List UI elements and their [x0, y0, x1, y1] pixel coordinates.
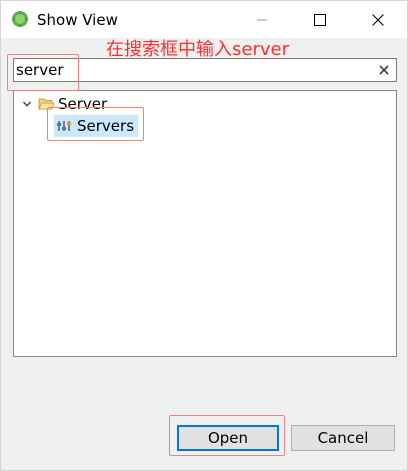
- clear-icon: [379, 65, 389, 75]
- close-button[interactable]: [355, 1, 401, 38]
- eclipse-sun-icon: [12, 11, 28, 27]
- show-view-dialog: Show View 在搜索框中输入server server Server Se…: [0, 0, 408, 471]
- minimize-icon: [257, 19, 267, 20]
- maximize-icon: [314, 13, 326, 26]
- open-button[interactable]: Open: [177, 425, 279, 451]
- clear-search-button[interactable]: [376, 62, 392, 78]
- servers-highlight-box: [47, 107, 144, 141]
- search-highlight-box: [7, 54, 79, 91]
- close-icon: [372, 13, 384, 26]
- maximize-button[interactable]: [297, 1, 343, 38]
- title-bar[interactable]: Show View: [1, 1, 407, 38]
- dialog-title: Show View: [37, 11, 118, 29]
- chevron-down-icon[interactable]: [20, 97, 34, 111]
- cancel-button[interactable]: Cancel: [291, 425, 395, 451]
- minimize-button[interactable]: [239, 1, 285, 38]
